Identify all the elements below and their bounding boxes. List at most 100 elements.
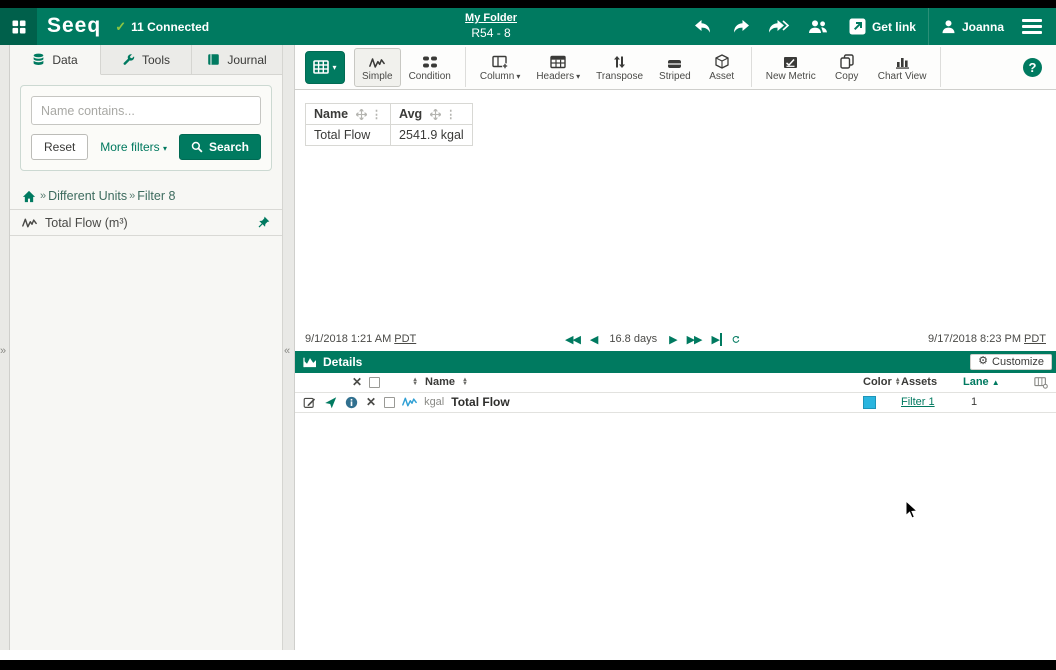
my-folder-link[interactable]: My Folder <box>465 11 517 26</box>
toolbar-button-label: Asset <box>709 71 734 82</box>
undo-button[interactable] <box>685 8 722 45</box>
breadcrumb-item-different-units[interactable]: Different Units <box>48 189 127 203</box>
edit-icon[interactable] <box>303 396 316 409</box>
toolbar-button-headers[interactable]: Headers▾ <box>528 48 588 87</box>
pin-icon[interactable] <box>257 216 270 229</box>
tab-data[interactable]: Data <box>10 45 101 75</box>
hamburger-menu-button[interactable] <box>1022 19 1042 34</box>
table-row[interactable]: Total Flow 2541.9 kgal <box>306 125 473 146</box>
table-view-dropdown-button[interactable]: ▾ <box>305 51 345 84</box>
customize-button[interactable]: ⚙ Customize <box>970 354 1052 370</box>
drag-handle-icon[interactable] <box>356 109 367 120</box>
panel-splitter[interactable]: « <box>283 45 295 650</box>
signal-list-item[interactable]: Total Flow (m³) <box>10 210 282 236</box>
redo-button[interactable] <box>722 8 759 45</box>
top-bar: Seeq ✓ 11 Connected My Folder R54 - 8 <box>0 8 1056 45</box>
range-start-date[interactable]: 9/1/2018 1:21 AM <box>305 333 391 345</box>
asset-link[interactable]: Filter 1 <box>901 396 935 408</box>
toolbar-divider <box>465 47 466 87</box>
details-column-assets[interactable]: Assets <box>901 376 963 388</box>
remove-all-icon[interactable]: ✕ <box>352 375 362 389</box>
toolbar-button-asset[interactable]: Asset <box>699 48 745 87</box>
toolbar-button-new-metric[interactable]: New Metric <box>758 48 824 87</box>
grid-icon <box>11 19 27 35</box>
table-headers-icon <box>550 53 567 69</box>
column-menu-icon[interactable]: ⋮ <box>371 108 382 121</box>
simple-table-header-avg[interactable]: Avg⋮ <box>391 104 473 125</box>
condition-capsules-icon <box>422 53 438 69</box>
search-button[interactable]: Search <box>179 134 261 160</box>
timezone-link[interactable]: PDT <box>394 333 416 345</box>
refresh-icon[interactable] <box>732 333 740 346</box>
details-column-lane[interactable]: Lane <box>963 376 989 388</box>
toolbar-button-label: Simple <box>362 71 393 82</box>
step-back-full-icon[interactable]: ◀◀ <box>565 333 580 346</box>
step-forward-half-icon[interactable]: ▶ <box>669 333 676 346</box>
toolbar-button-condition[interactable]: Condition <box>401 48 459 87</box>
signal-item-label: Total Flow (m³) <box>45 216 128 230</box>
range-start[interactable]: 9/1/2018 1:21 AMPDT <box>305 333 416 345</box>
info-icon[interactable] <box>345 396 358 409</box>
transpose-arrows-icon <box>613 53 626 69</box>
cell-avg: 2541.9 kgal <box>391 125 473 146</box>
chevron-down-icon: ▾ <box>516 72 520 81</box>
app-grid-button[interactable] <box>0 8 37 45</box>
tab-journal[interactable]: Journal <box>192 45 282 74</box>
table-options-icon <box>1034 376 1048 389</box>
details-panel-empty-area <box>295 413 1056 651</box>
remove-icon[interactable]: ✕ <box>366 395 376 409</box>
sort-icon[interactable]: ▲▼ <box>462 378 468 386</box>
details-row-total-flow[interactable]: ✕ kgal Total Flow Filter 1 1 <box>295 393 1056 413</box>
range-end-date[interactable]: 9/17/2018 8:23 PM <box>928 333 1021 345</box>
step-back-half-icon[interactable]: ◀ <box>590 333 597 346</box>
chevron-down-icon: ▾ <box>163 144 167 153</box>
toolbar-button-simple[interactable]: Simple <box>354 48 401 87</box>
collapse-left-panel-handle[interactable]: « <box>284 345 290 357</box>
more-filters-link[interactable]: More filters ▾ <box>100 140 167 154</box>
simple-table-header-name[interactable]: Name⋮ <box>306 104 391 125</box>
drag-handle-icon[interactable] <box>430 109 441 120</box>
step-to-now-icon[interactable]: ▶ <box>711 333 721 346</box>
timezone-link[interactable]: PDT <box>1024 333 1046 345</box>
select-all-checkbox[interactable] <box>369 377 380 388</box>
column-menu-icon[interactable]: ⋮ <box>445 108 456 121</box>
breadcrumb-item-filter-8[interactable]: Filter 8 <box>137 189 175 203</box>
reset-button[interactable]: Reset <box>31 134 88 160</box>
tab-tools[interactable]: Tools <box>101 45 192 74</box>
user-menu[interactable]: Joanna <box>929 8 1016 45</box>
fast-forward-icon <box>768 19 790 35</box>
navigate-icon[interactable] <box>324 396 337 409</box>
toolbar-button-copy[interactable]: Copy <box>824 48 870 87</box>
expand-left-panel-handle[interactable]: » <box>0 345 6 357</box>
table-view-content: Name⋮ Avg⋮ Total Flow 2541.9 kgal <box>295 90 1056 328</box>
details-column-color[interactable]: Color <box>863 376 892 388</box>
collaborators-button[interactable] <box>799 8 837 45</box>
get-link-button[interactable]: Get link <box>837 8 928 45</box>
sort-icon[interactable]: ▲▼ <box>412 378 418 386</box>
toolbar-button-chart-view[interactable]: Chart View <box>870 48 935 87</box>
user-name: Joanna <box>962 20 1004 34</box>
details-column-name[interactable]: Name <box>425 376 455 388</box>
striped-bar-icon <box>667 53 682 69</box>
undo-icon <box>694 19 713 35</box>
workbook-breadcrumb: My Folder R54 - 8 <box>465 11 517 41</box>
home-icon[interactable] <box>22 190 36 203</box>
seeq-app-window: Seeq ✓ 11 Connected My Folder R54 - 8 <box>0 8 1056 660</box>
range-end[interactable]: 9/17/2018 8:23 PMPDT <box>928 333 1046 345</box>
sort-icon[interactable]: ▲▼ <box>895 378 901 386</box>
workbook-name: R54 - 8 <box>465 26 517 41</box>
step-forward-full-icon[interactable]: ▶▶ <box>687 333 702 346</box>
toolbar-button-label: Headers▾ <box>536 71 580 82</box>
toolbar-button-striped[interactable]: Striped <box>651 48 699 87</box>
search-input[interactable] <box>31 96 261 125</box>
toolbar-button-column[interactable]: Column▾ <box>472 48 528 87</box>
help-button[interactable]: ? <box>1023 58 1042 77</box>
range-duration[interactable]: 16.8 days <box>609 333 657 345</box>
fast-forward-button[interactable] <box>759 8 799 45</box>
color-swatch[interactable] <box>863 396 876 409</box>
toolbar-button-transpose[interactable]: Transpose <box>588 48 651 87</box>
details-table-options[interactable] <box>1018 376 1048 389</box>
tab-journal-label: Journal <box>227 53 266 67</box>
row-checkbox[interactable] <box>384 397 395 408</box>
connection-status[interactable]: ✓ 11 Connected <box>115 19 209 35</box>
